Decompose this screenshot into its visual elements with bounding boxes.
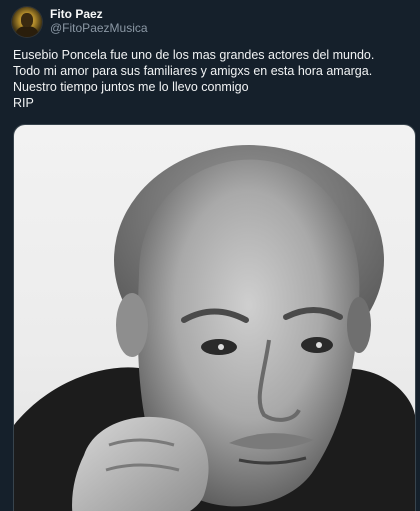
author-display-name[interactable]: Fito Paez (50, 7, 148, 22)
author-handle[interactable]: @FitoPaezMusica (50, 21, 148, 36)
tweet-text-line: RIP (13, 96, 34, 110)
right-ear (347, 297, 371, 353)
tweet-text: Eusebio Poncela fue uno de los mas grand… (13, 47, 408, 111)
tweet-text-line: Nuestro tiempo juntos me lo llevo conmig… (13, 80, 249, 94)
tweet-header: Fito Paez @FitoPaezMusica (12, 7, 148, 37)
tweet-text-line: Todo mi amor para sus familiares y amigx… (13, 64, 373, 78)
avatar[interactable] (12, 7, 42, 37)
tweet-text-line: Eusebio Poncela fue uno de los mas grand… (13, 48, 375, 62)
left-ear (116, 293, 148, 357)
portrait-illustration (14, 145, 415, 511)
avatar-shoulders (16, 26, 38, 37)
avatar-face (21, 13, 33, 27)
tweet-card[interactable]: Fito Paez @FitoPaezMusica Eusebio Poncel… (0, 0, 420, 511)
tweet-photo[interactable] (13, 124, 416, 511)
author-names: Fito Paez @FitoPaezMusica (50, 7, 148, 36)
